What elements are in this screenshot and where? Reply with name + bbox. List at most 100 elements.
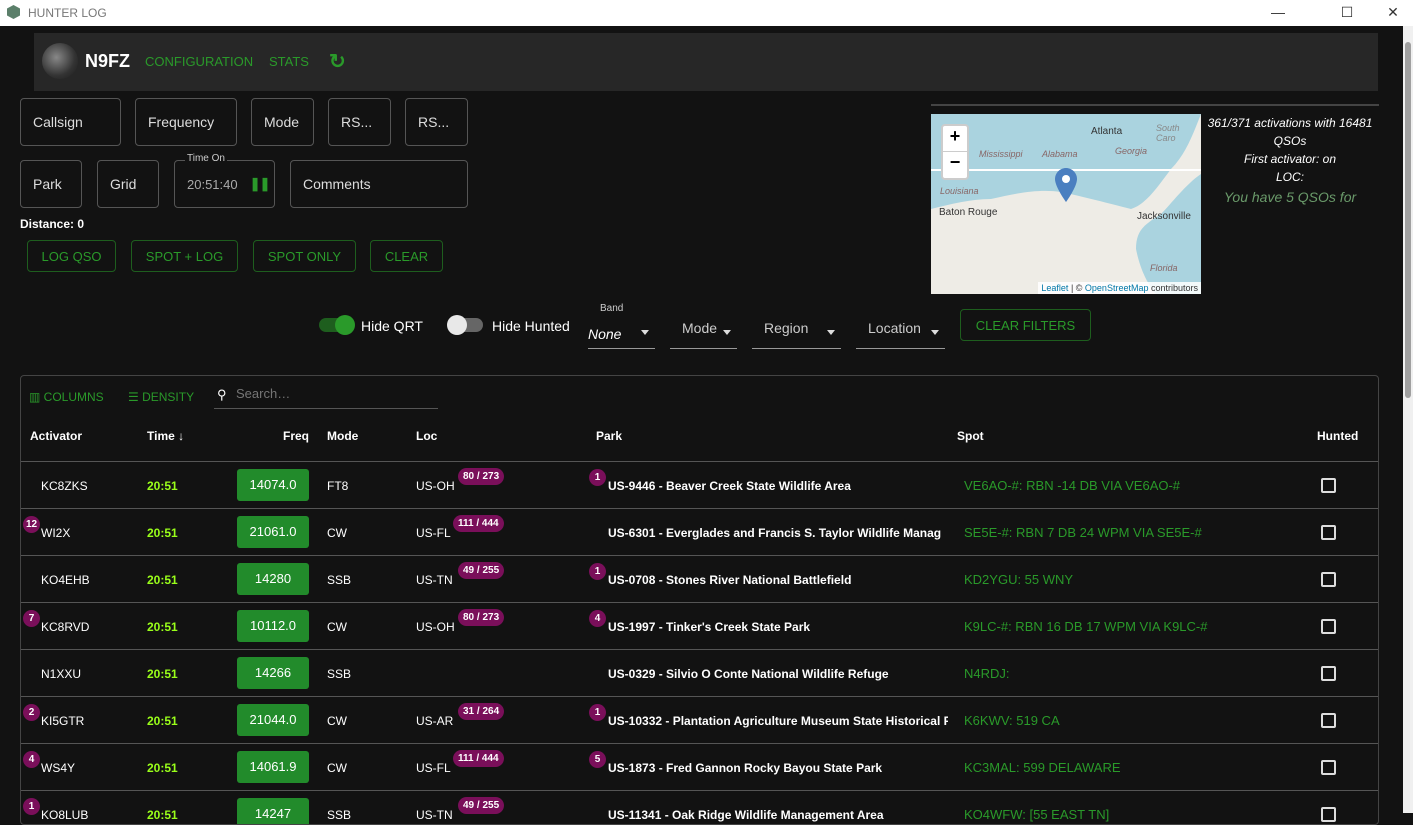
activator-callsign[interactable]: N1XXU	[41, 667, 81, 681]
refresh-icon[interactable]: ↻	[329, 49, 346, 74]
pause-icon[interactable]: ❚❚	[250, 176, 271, 192]
minimize-button[interactable]: —	[1255, 2, 1301, 24]
region-select[interactable]: Region	[752, 316, 841, 349]
spot-time: 20:51	[147, 479, 178, 493]
table-row[interactable]: 12 WI2X 20:51 21061.0 CW US-FL 111 / 444 US-630…	[21, 508, 1378, 555]
park-name[interactable]: US-6301 - Everglades and Francis S. Tayl…	[608, 526, 948, 540]
maximize-button[interactable]: ☐	[1324, 2, 1370, 24]
activator-count-badge: 2	[23, 704, 40, 721]
header-hunted[interactable]: Hunted	[1317, 429, 1358, 443]
header-park[interactable]: Park	[596, 429, 622, 443]
table-row[interactable]: KO4EHB 20:51 14280 SSB US-TN 49 / 255 1 US-0708…	[21, 555, 1378, 602]
hide-hunted-toggle[interactable]	[447, 315, 483, 335]
frequency-button[interactable]: 14266	[237, 657, 309, 689]
zoom-out-button[interactable]: −	[943, 152, 967, 178]
hide-qrt-toggle[interactable]	[319, 315, 355, 335]
hunted-checkbox[interactable]	[1321, 760, 1336, 775]
frequency-input[interactable]: Frequency	[135, 98, 237, 146]
park-name[interactable]: US-10332 - Plantation Agriculture Museum…	[608, 714, 948, 728]
park-name[interactable]: US-0329 - Silvio O Conte National Wildli…	[608, 667, 948, 681]
comments-input[interactable]: Comments	[290, 160, 468, 208]
mode-input[interactable]: Mode	[251, 98, 314, 146]
search-input[interactable]	[236, 386, 431, 401]
park-name[interactable]: US-9446 - Beaver Creek State Wildlife Ar…	[608, 479, 948, 493]
header-time[interactable]: Time ↓	[147, 429, 184, 443]
table-row[interactable]: 1 KO8LUB 20:51 14247 SSB US-TN 49 / 255 US-1134…	[21, 790, 1378, 824]
mode: CW	[327, 620, 347, 634]
nav-stats[interactable]: STATS	[269, 54, 309, 69]
close-button[interactable]: ✕	[1370, 2, 1413, 24]
park-name[interactable]: US-11341 - Oak Ridge Wildlife Management…	[608, 808, 948, 822]
activator-callsign[interactable]: KC8ZKS	[41, 479, 88, 493]
header-freq[interactable]: Freq	[283, 429, 309, 443]
map[interactable]: Atlanta South Caro Mississippi Alabama G…	[931, 114, 1201, 294]
location: US-OH	[416, 620, 455, 634]
scrollbar-thumb[interactable]	[1405, 42, 1411, 398]
frequency-button[interactable]: 21044.0	[237, 704, 309, 736]
table-row[interactable]: N1XXU 20:51 14266 SSB US-0329 - Silvio O Con…	[21, 649, 1378, 696]
mode: CW	[327, 761, 347, 775]
hunted-checkbox[interactable]	[1321, 666, 1336, 681]
header-activator[interactable]: Activator	[30, 429, 82, 443]
zoom-in-button[interactable]: +	[943, 126, 967, 152]
clear-button[interactable]: CLEAR	[370, 240, 443, 272]
park-name[interactable]: US-0708 - Stones River National Battlefi…	[608, 573, 948, 587]
osm-link[interactable]: OpenStreetMap	[1085, 283, 1149, 293]
frequency-button[interactable]: 14074.0	[237, 469, 309, 501]
activator-callsign[interactable]: KO8LUB	[41, 808, 88, 822]
search-field[interactable]: ⚲	[214, 382, 438, 409]
time-on-input[interactable]: Time On 20:51:40 ❚❚	[174, 153, 275, 208]
park-name[interactable]: US-1873 - Fred Gannon Rocky Bayou State …	[608, 761, 948, 775]
density-button[interactable]: ☰ DENSITY	[128, 390, 194, 404]
frequency-button[interactable]: 10112.0	[237, 610, 309, 642]
park-info: 361/371 activations with 16481 QSOs Firs…	[1202, 114, 1378, 206]
hunted-checkbox[interactable]	[1321, 572, 1336, 587]
spot-comment: SE5E-#: RBN 7 DB 24 WPM VIA SE5E-#	[964, 525, 1202, 540]
map-marker-icon[interactable]	[1055, 168, 1077, 202]
callsign-input[interactable]: Callsign	[20, 98, 121, 146]
hunted-checkbox[interactable]	[1321, 619, 1336, 634]
header-loc[interactable]: Loc	[416, 429, 437, 443]
spot-log-button[interactable]: SPOT + LOG	[131, 240, 238, 272]
header-spot[interactable]: Spot	[957, 429, 984, 443]
activator-callsign[interactable]: KI5GTR	[41, 714, 84, 728]
hunted-checkbox[interactable]	[1321, 807, 1336, 822]
hunted-checkbox[interactable]	[1321, 713, 1336, 728]
log-qso-button[interactable]: LOG QSO	[27, 240, 116, 272]
mode-select[interactable]: Mode	[670, 316, 737, 349]
hunted-checkbox[interactable]	[1321, 525, 1336, 540]
scrollbar[interactable]	[1403, 26, 1413, 813]
park-name[interactable]: US-1997 - Tinker's Creek State Park	[608, 620, 948, 634]
activator-callsign[interactable]: WS4Y	[41, 761, 75, 775]
park-input[interactable]: Park	[20, 160, 82, 208]
nav-configuration[interactable]: CONFIGURATION	[145, 54, 253, 69]
rst-received-input[interactable]: RS...	[405, 98, 468, 146]
activator-callsign[interactable]: KC8RVD	[41, 620, 89, 634]
clear-filters-button[interactable]: CLEAR FILTERS	[960, 309, 1091, 341]
table-row[interactable]: KC8ZKS 20:51 14074.0 FT8 US-OH 80 / 273 1 US-94…	[21, 461, 1378, 508]
rst-sent-input[interactable]: RS...	[328, 98, 391, 146]
frequency-button[interactable]: 14280	[237, 563, 309, 595]
hunted-checkbox[interactable]	[1321, 478, 1336, 493]
activator-callsign[interactable]: WI2X	[41, 526, 70, 540]
frequency-button[interactable]: 14061.9	[237, 751, 309, 783]
frequency-button[interactable]: 14247	[237, 798, 309, 824]
frequency-button[interactable]: 21061.0	[237, 516, 309, 548]
table-row[interactable]: 4 WS4Y 20:51 14061.9 CW US-FL 111 / 444 5 US-187…	[21, 743, 1378, 790]
table-row[interactable]: 2 KI5GTR 20:51 21044.0 CW US-AR 31 / 264 1 US-10…	[21, 696, 1378, 743]
map-attribution: Leaflet | © OpenStreetMap contributors	[1038, 282, 1201, 294]
spot-time: 20:51	[147, 808, 178, 822]
grid-input[interactable]: Grid	[97, 160, 159, 208]
activator-callsign[interactable]: KO4EHB	[41, 573, 90, 587]
location-select[interactable]: Location	[856, 316, 945, 349]
header-mode[interactable]: Mode	[327, 429, 358, 443]
leaflet-link[interactable]: Leaflet	[1041, 283, 1068, 293]
spot-only-button[interactable]: SPOT ONLY	[253, 240, 356, 272]
table-row[interactable]: 7 KC8RVD 20:51 10112.0 CW US-OH 80 / 273 4 US-19…	[21, 602, 1378, 649]
band-label: Band	[600, 303, 624, 314]
band-select[interactable]: None	[588, 316, 655, 349]
location-badge: 31 / 264	[458, 703, 505, 720]
title-bar: HUNTER LOG — ☐ ✕	[0, 0, 1413, 26]
columns-button[interactable]: ▥ COLUMNS	[29, 390, 104, 404]
avatar[interactable]	[42, 43, 78, 79]
